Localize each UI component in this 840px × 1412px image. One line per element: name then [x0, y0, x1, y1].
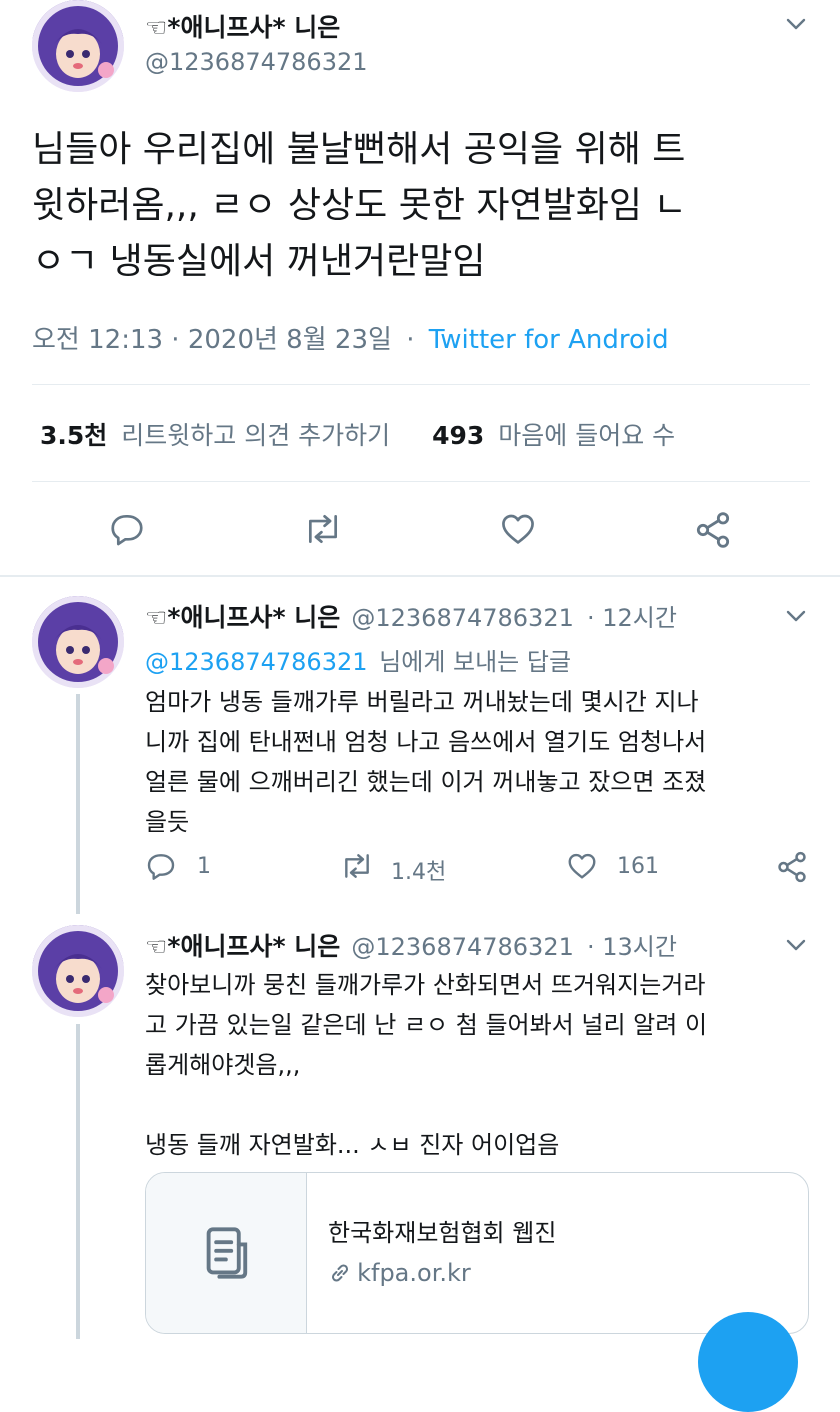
heart-icon[interactable] — [565, 850, 599, 882]
reply-line: 엄마가 냉동 들깨가루 버릴라고 꺼내놨는데 몇시간 지나 — [145, 688, 699, 716]
divider — [32, 481, 810, 482]
avatar[interactable] — [32, 596, 124, 688]
card-thumbnail — [146, 1173, 307, 1333]
card-domain[interactable]: kfpa.or.kr — [357, 1259, 471, 1287]
tweet-stats: 3.5천 리트윗하고 의견 추가하기 493 마음에 들어요 수 — [40, 416, 675, 452]
thread-line — [76, 1024, 80, 1339]
display-name[interactable]: ☜*애니프사* 니은 — [145, 8, 340, 44]
share-icon[interactable] — [775, 850, 809, 884]
retweet-icon[interactable] — [339, 850, 375, 882]
link-card[interactable]: 한국화재보험협회 웹진 kfpa.or.kr — [145, 1172, 809, 1334]
reply-line: 고 가끔 있는일 같은데 난 ㄹㅇ 첨 들어봐서 널리 알려 이 — [145, 1011, 708, 1039]
likes-label[interactable]: 마음에 들어요 수 — [498, 421, 675, 450]
reply-line: 을듯 — [145, 808, 190, 836]
avatar[interactable] — [32, 925, 124, 1017]
avatar[interactable] — [32, 0, 124, 92]
likes-count[interactable]: 493 — [432, 421, 484, 450]
share-icon[interactable] — [693, 510, 733, 550]
reply-header: ☜*애니프사* 니은 @1236874786321 · 13시간 — [145, 927, 677, 963]
reply-actions: 1 1.4천 161 — [145, 850, 815, 886]
tweet-source[interactable]: Twitter for Android — [429, 325, 669, 355]
chevron-down-icon[interactable] — [784, 12, 808, 36]
reply-header: ☜*애니프사* 니은 @1236874786321 · 12시간 — [145, 598, 677, 634]
user-handle[interactable]: @1236874786321 — [145, 48, 368, 76]
display-name[interactable]: ☜*애니프사* 니은 — [145, 932, 340, 961]
document-icon — [202, 1225, 254, 1281]
tweet-line: ㅇㄱ 냉동실에서 꺼낸거란말임 — [32, 241, 486, 282]
link-icon — [328, 1261, 352, 1285]
reply-line: 냉동 들깨 자연발화... ㅅㅂ 진자 어이업음 — [145, 1131, 560, 1159]
reply-line: 니까 집에 탄내쩐내 엄청 나고 음쓰에서 열기도 엄청나서 — [145, 728, 707, 756]
reply-line — [145, 1085, 825, 1125]
replying-to-label: 님에게 보내는 답글 — [379, 648, 572, 676]
reply-icon[interactable] — [145, 850, 177, 882]
reply-line: 롭게해야겟음,,, — [145, 1051, 301, 1079]
reply-count[interactable]: 1 — [197, 854, 211, 879]
reply-time[interactable]: · 13시간 — [587, 933, 677, 961]
compose-button[interactable] — [698, 1312, 798, 1412]
tweet-text: 님들아 우리집에 불날뻔해서 공익을 위해 트 윗하러옴,,, ㄹㅇ 상상도 못… — [32, 122, 822, 290]
tweet-line: 님들아 우리집에 불날뻔해서 공익을 위해 트 — [32, 129, 686, 170]
divider — [0, 575, 840, 577]
card-title[interactable]: 한국화재보험협회 웹진 — [328, 1213, 556, 1248]
tweet-timestamp[interactable]: 오전 12:13 · 2020년 8월 23일 — [32, 325, 392, 355]
retweets-label[interactable]: 리트윗하고 의견 추가하기 — [121, 421, 390, 450]
replying-to: @1236874786321 님에게 보내는 답글 — [145, 642, 571, 677]
reply-time[interactable]: · 12시간 — [587, 604, 677, 632]
like-count[interactable]: 161 — [617, 854, 659, 879]
replying-to-handle[interactable]: @1236874786321 — [145, 648, 368, 676]
chevron-down-icon[interactable] — [784, 933, 808, 957]
reply-line: 얼른 물에 으깨버리긴 했는데 이거 꺼내놓고 잤으면 조졌 — [145, 768, 707, 796]
meta-separator: · — [406, 325, 415, 355]
retweet-count[interactable]: 1.4천 — [391, 854, 446, 886]
user-handle[interactable]: @1236874786321 — [351, 933, 574, 961]
tweet-meta: 오전 12:13 · 2020년 8월 23일 · Twitter for An… — [32, 319, 669, 356]
thread-line — [76, 694, 80, 914]
chevron-down-icon[interactable] — [784, 604, 808, 628]
reply-icon[interactable] — [108, 510, 146, 548]
display-name[interactable]: ☜*애니프사* 니은 — [145, 603, 340, 632]
reply-text: 찾아보니까 뭉친 들깨가루가 산화되면서 뜨거워지는거라 고 가끔 있는일 같은… — [145, 965, 825, 1165]
retweets-count[interactable]: 3.5천 — [40, 421, 107, 450]
reply-line: 찾아보니까 뭉친 들깨가루가 산화되면서 뜨거워지는거라 — [145, 971, 706, 999]
user-handle[interactable]: @1236874786321 — [351, 604, 574, 632]
tweet-line: 윗하러옴,,, ㄹㅇ 상상도 못한 자연발화임 ㄴ — [32, 185, 687, 226]
card-domain-row: kfpa.or.kr — [328, 1259, 471, 1287]
retweet-icon[interactable] — [302, 510, 344, 548]
heart-icon[interactable] — [498, 510, 538, 548]
divider — [32, 384, 810, 385]
reply-text: 엄마가 냉동 들깨가루 버릴라고 꺼내놨는데 몇시간 지나 니까 집에 탄내쩐내… — [145, 682, 825, 842]
